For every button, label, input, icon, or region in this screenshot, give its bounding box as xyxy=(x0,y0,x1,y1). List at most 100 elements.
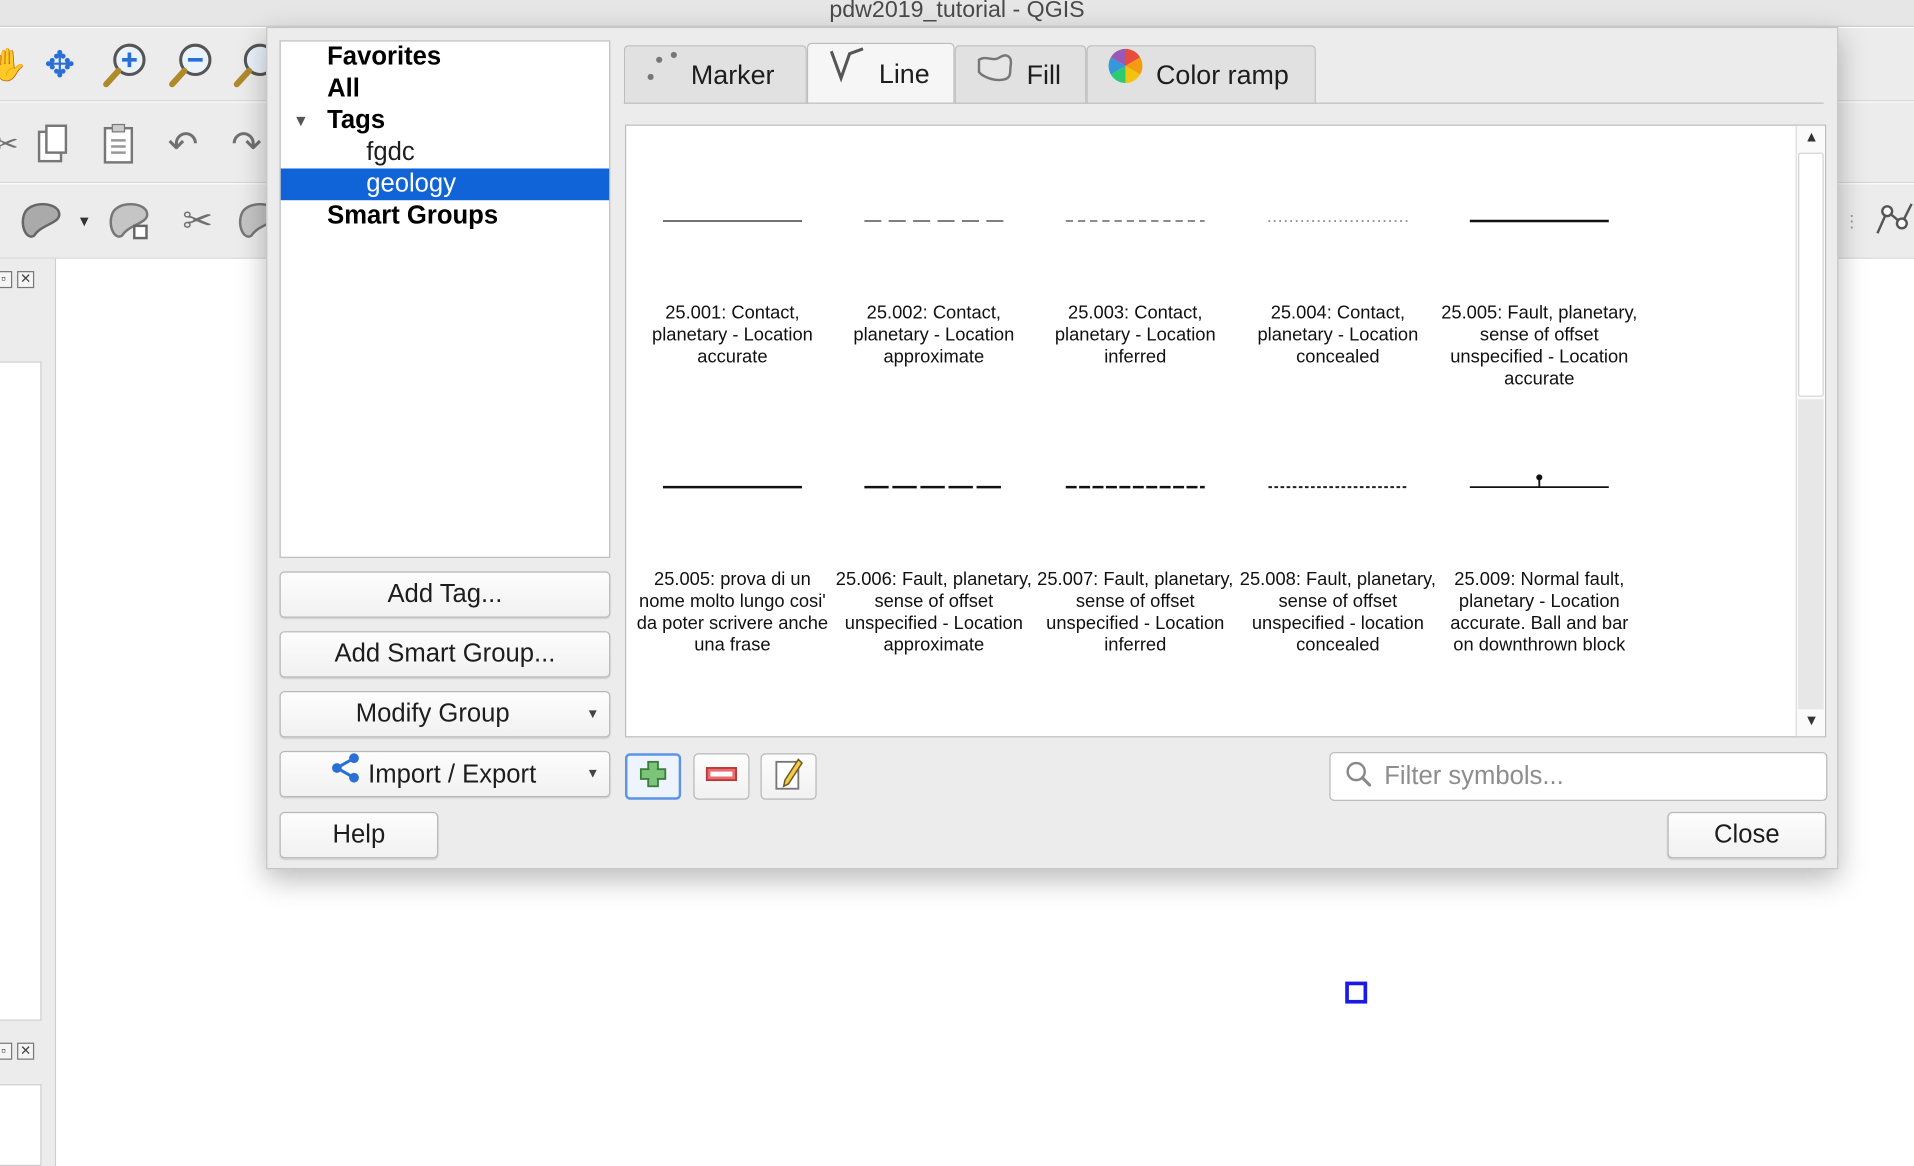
modify-group-label: Modify Group xyxy=(355,699,510,728)
tree-item-favorites[interactable]: Favorites xyxy=(281,42,609,74)
zoom-out-icon[interactable] xyxy=(166,40,217,89)
scroll-down-icon[interactable]: ▼ xyxy=(1797,712,1825,729)
symbol-label: 25.002: Contact, planetary - Location ap… xyxy=(853,302,1015,368)
line-preview-solid-thin xyxy=(662,220,802,222)
style-manager-dialog: Favorites All ▼ Tags fgdc geology Smart … xyxy=(266,26,1839,870)
symbol-item[interactable]: 25.004: Contact, planetary - Location co… xyxy=(1246,126,1429,407)
zoom-native-icon[interactable] xyxy=(232,40,267,89)
tab-color-ramp[interactable]: Color ramp xyxy=(1086,45,1316,105)
symbol-item[interactable]: 25.005: prova di un nome molto lungo cos… xyxy=(637,407,828,688)
float-panel-icon[interactable]: ▫ xyxy=(0,271,13,289)
left-dock: ▫ ✕ ▫ ✕ xyxy=(0,258,57,1166)
add-symbol-button[interactable] xyxy=(624,753,682,800)
remove-symbol-button[interactable] xyxy=(693,753,750,800)
marker-icon xyxy=(645,46,679,105)
trace-digitize-icon[interactable] xyxy=(1870,197,1914,246)
redo-icon[interactable]: ↷ xyxy=(227,120,266,169)
dropdown-arrow-icon: ▼ xyxy=(586,766,600,782)
tab-line[interactable]: Line xyxy=(806,42,955,104)
pan-icon[interactable]: ✋ xyxy=(0,40,28,89)
color-ramp-icon xyxy=(1107,46,1144,105)
undo-icon[interactable]: ↶ xyxy=(161,120,205,169)
line-preview-solid-thick xyxy=(662,485,802,489)
symbol-item[interactable]: 25.006: Fault, planetary, sense of offse… xyxy=(836,407,1032,688)
fill-icon xyxy=(975,46,1014,105)
vertex-tool-icon[interactable] xyxy=(105,197,159,246)
filter-symbols-input[interactable]: Filter symbols... xyxy=(1329,752,1828,801)
symbol-label: 25.007: Fault, planetary, sense of offse… xyxy=(1037,568,1234,656)
symbol-item[interactable]: 25.009: Normal fault, planetary - Locati… xyxy=(1448,407,1631,688)
add-polygon-icon[interactable] xyxy=(17,197,71,246)
main-titlebar: pdw2019_tutorial - QGIS xyxy=(0,0,1914,27)
close-panel-icon[interactable]: ✕ xyxy=(17,271,35,289)
tab-fill[interactable]: Fill xyxy=(954,45,1087,105)
copy-icon[interactable] xyxy=(32,120,74,169)
symbol-label: 25.008: Fault, planetary, sense of offse… xyxy=(1239,568,1436,656)
add-symbol-icon xyxy=(638,759,667,794)
dropdown-arrow-icon[interactable]: ▼ xyxy=(76,197,93,246)
window-title: pdw2019_tutorial - QGIS xyxy=(829,0,1085,24)
symbol-item[interactable]: 25.005: Fault, planetary, sense of offse… xyxy=(1441,126,1637,407)
search-icon xyxy=(1345,760,1372,793)
symbol-label: 25.004: Contact, planetary - Location co… xyxy=(1257,302,1419,368)
line-preview-solid-thick xyxy=(1469,219,1609,223)
tree-item-tags[interactable]: ▼ Tags xyxy=(281,105,609,137)
float-panel-icon[interactable]: ▫ xyxy=(0,1042,13,1060)
line-preview-short-dash xyxy=(1065,220,1205,222)
paste-icon[interactable] xyxy=(98,120,140,169)
tab-marker[interactable]: Marker xyxy=(623,45,807,105)
cut-icon[interactable]: ✂ xyxy=(0,120,18,169)
import-export-label: Import / Export xyxy=(368,760,537,789)
scroll-trough[interactable] xyxy=(1798,399,1824,710)
help-button[interactable]: Help xyxy=(279,811,439,859)
symbol-item[interactable]: 25.001: Contact, planetary - Location ac… xyxy=(641,126,824,407)
search-placeholder: Filter symbols... xyxy=(1384,761,1564,790)
line-preview-long-dash xyxy=(864,220,1004,222)
scroll-up-icon[interactable]: ▲ xyxy=(1797,128,1825,145)
tab-rule xyxy=(623,102,1824,104)
symbol-list-scrollbar[interactable]: ▲ ▼ xyxy=(1795,125,1825,737)
pan-to-selection-icon[interactable]: ✥ xyxy=(34,40,85,89)
share-icon xyxy=(329,752,361,798)
expand-arrow-icon[interactable]: ▼ xyxy=(293,105,309,137)
symbol-item[interactable]: 25.008: Fault, planetary, sense of offse… xyxy=(1240,407,1436,688)
symbol-label: 25.003: Contact, planetary - Location in… xyxy=(1054,302,1216,368)
tree-item-fgdc[interactable]: fgdc xyxy=(281,137,609,169)
zoom-in-icon[interactable] xyxy=(100,40,151,89)
layers-panel xyxy=(0,361,42,1021)
split-features-icon[interactable]: ✂ xyxy=(171,197,225,246)
tree-item-geology[interactable]: geology xyxy=(280,168,610,201)
close-panel-icon[interactable]: ✕ xyxy=(17,1042,35,1060)
import-export-button[interactable]: Import / Export ▼ xyxy=(279,750,611,798)
symbol-item[interactable]: 25.002: Contact, planetary - Location ap… xyxy=(842,126,1025,407)
line-preview-short-dash-thick xyxy=(1065,485,1205,489)
digitize-dots-icon: ⋮ xyxy=(1843,210,1861,231)
symbol-label: 25.005: Fault, planetary, sense of offse… xyxy=(1441,302,1638,390)
edit-symbol-icon xyxy=(774,756,803,796)
merge-features-icon[interactable] xyxy=(234,197,267,246)
add-smart-group-button[interactable]: Add Smart Group... xyxy=(279,631,611,678)
browser-panel xyxy=(0,1084,42,1166)
symbol-item[interactable]: 25.007: Fault, planetary, sense of offse… xyxy=(1037,407,1233,688)
tree-item-all[interactable]: All xyxy=(281,73,609,105)
scroll-thumb[interactable] xyxy=(1798,152,1824,397)
symbol-item[interactable]: 25.003: Contact, planetary - Location in… xyxy=(1044,126,1227,407)
dropdown-arrow-icon: ▼ xyxy=(586,706,600,722)
add-tag-button[interactable]: Add Tag... xyxy=(279,571,611,618)
remove-symbol-icon xyxy=(705,766,738,788)
close-button[interactable]: Close xyxy=(1667,811,1827,859)
modify-group-button[interactable]: Modify Group ▼ xyxy=(279,691,611,738)
symbol-label: 25.006: Fault, planetary, sense of offse… xyxy=(835,568,1032,656)
symbol-label: 25.001: Contact, planetary - Location ac… xyxy=(652,302,813,368)
line-preview-dotted-thick xyxy=(1268,486,1408,489)
symbol-label: 25.009: Normal fault, planetary - Locati… xyxy=(1450,568,1629,656)
map-marker xyxy=(1345,981,1368,1004)
edit-symbol-button[interactable] xyxy=(760,753,817,800)
symbol-label: 25.005: prova di un nome molto lungo cos… xyxy=(636,568,829,656)
line-preview-dotted xyxy=(1268,220,1408,222)
group-tree[interactable]: Favorites All ▼ Tags fgdc geology Smart … xyxy=(279,40,611,558)
symbol-list[interactable]: 25.001: Contact, planetary - Location ac… xyxy=(624,124,1827,738)
tree-item-smart-groups[interactable]: Smart Groups xyxy=(281,200,609,232)
line-preview-long-dash-thick xyxy=(864,485,1004,489)
line-preview-ball-bar xyxy=(1469,474,1609,489)
